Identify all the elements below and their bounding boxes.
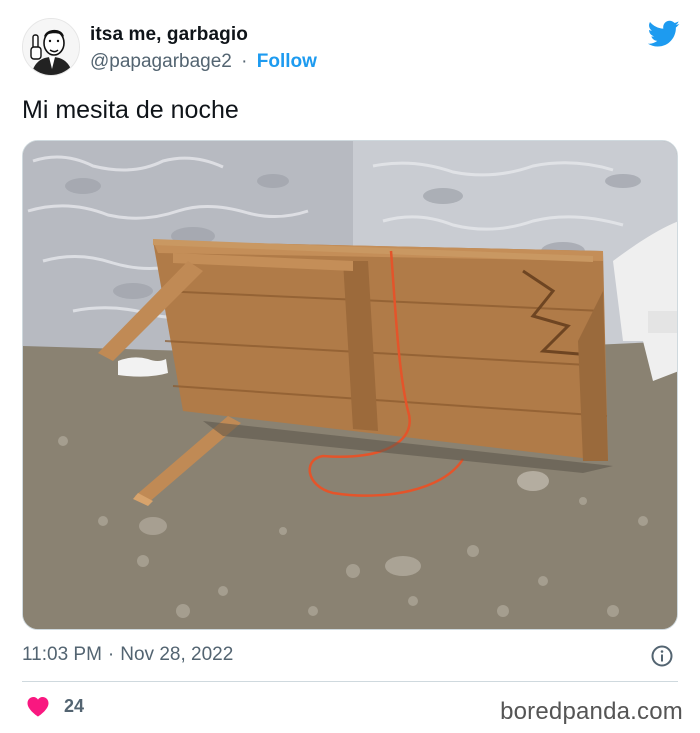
broken-table-photo — [23, 141, 677, 629]
tweet-header: itsa me, garbagio @papagarbage2 · Follow — [22, 18, 682, 78]
like-action[interactable]: 24 — [26, 694, 84, 718]
tweet-divider — [22, 681, 678, 682]
tweet-date: Nov 28, 2022 — [120, 644, 234, 665]
twitter-bird-icon[interactable] — [648, 20, 680, 48]
handle-separator: · — [241, 51, 248, 72]
tweet-text: Mi mesita de noche — [22, 96, 239, 124]
author-avatar[interactable] — [22, 18, 80, 76]
follow-button[interactable]: Follow — [257, 51, 317, 72]
boredpanda-watermark: boredpanda.com — [500, 698, 683, 725]
vintage-man-avatar-icon — [23, 19, 79, 75]
author-handle[interactable]: @papagarbage2 — [90, 51, 232, 72]
author-handle-row: @papagarbage2 · Follow — [90, 51, 317, 73]
author-name[interactable]: itsa me, garbagio — [90, 24, 248, 46]
info-circle-icon[interactable] — [650, 644, 674, 668]
timestamp-separator: · — [107, 644, 115, 665]
heart-icon[interactable] — [26, 695, 50, 717]
tweet-photo[interactable] — [22, 140, 678, 630]
tweet-timestamp[interactable]: 11:03 PM · Nov 28, 2022 — [22, 644, 233, 666]
tweet-time: 11:03 PM — [22, 644, 102, 665]
like-count: 24 — [64, 695, 85, 716]
